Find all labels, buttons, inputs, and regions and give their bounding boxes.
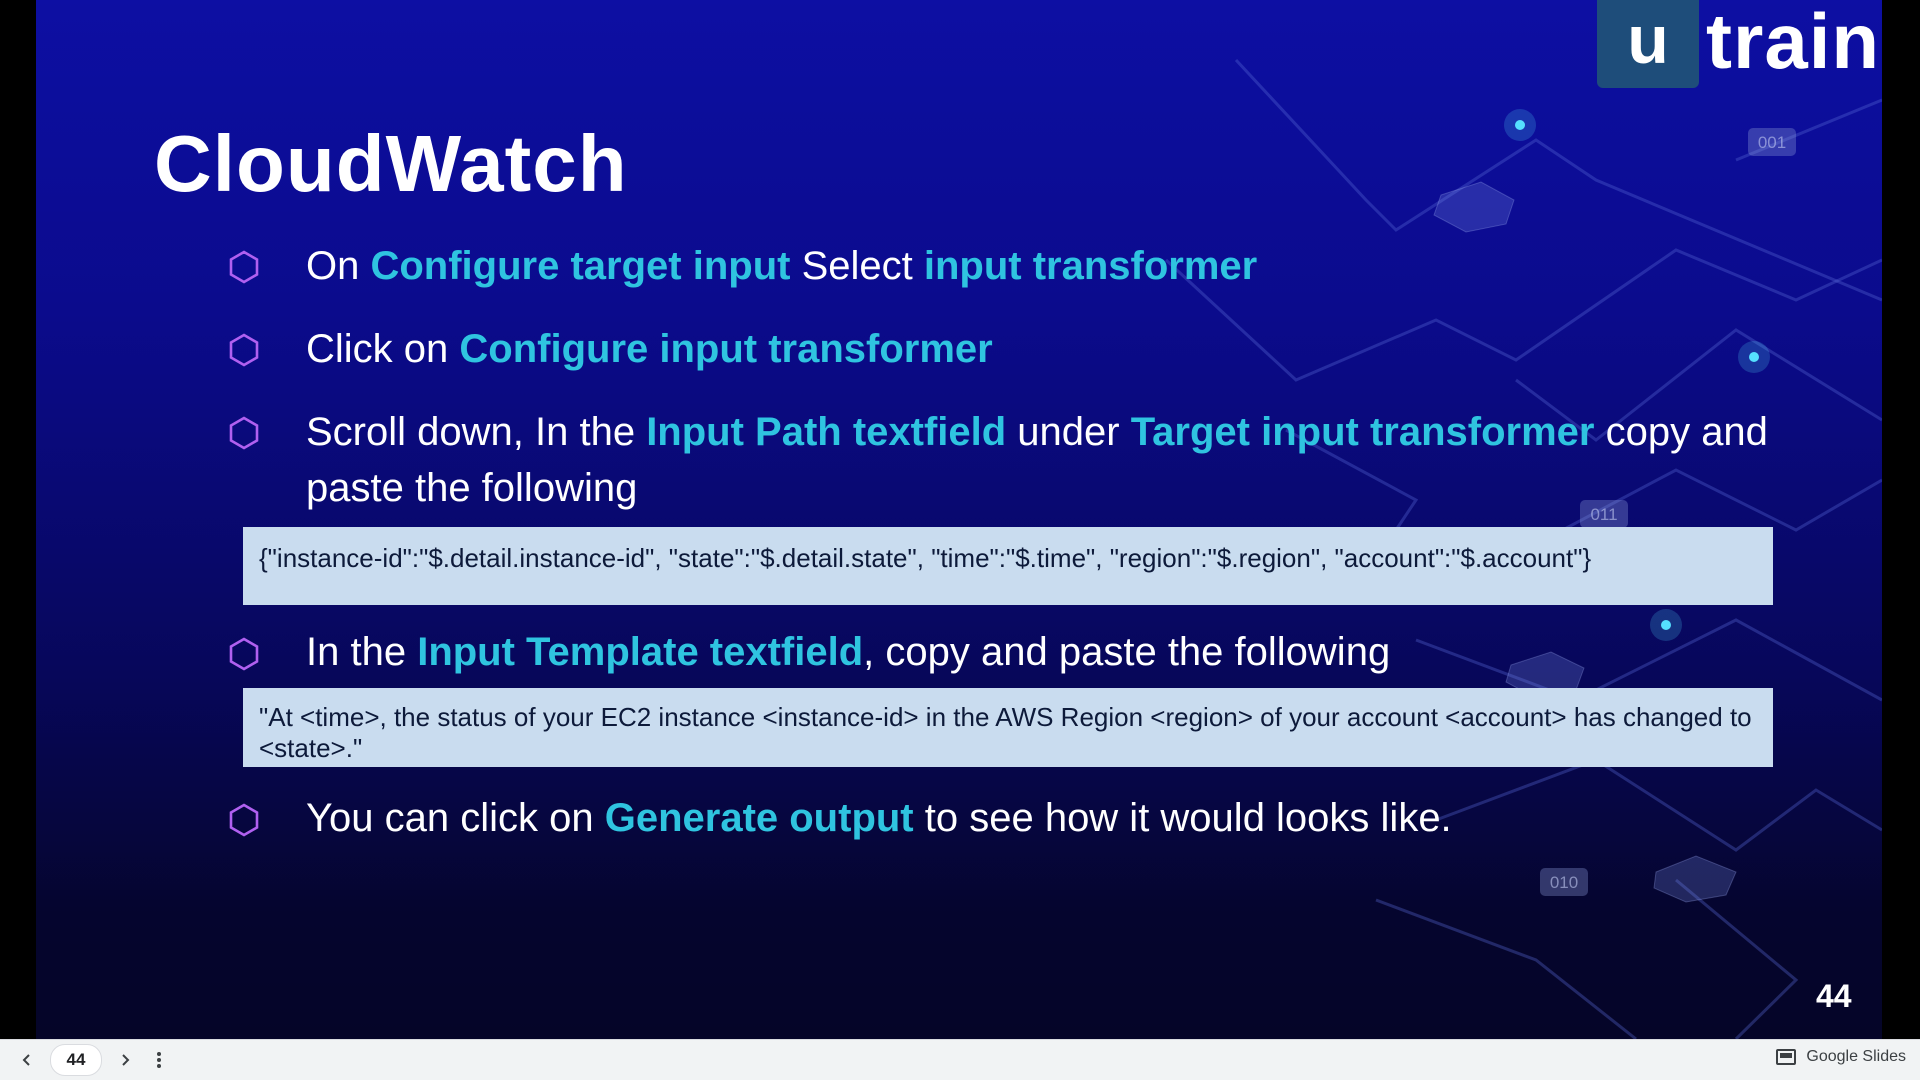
bullet-item: Click on Configure input transformer	[306, 321, 1836, 377]
bullet-highlight: Input Path textfield	[646, 410, 1007, 454]
bullet-text: Select	[790, 244, 924, 288]
bullet-item: In the Input Template textfield, copy an…	[306, 624, 1836, 680]
bullet-text: to see how it would looks like.	[913, 796, 1452, 840]
bullet-highlight: Input Template textfield	[417, 630, 864, 674]
logo-name: train	[1706, 0, 1881, 85]
bullet-highlight: Generate output	[604, 796, 914, 840]
hexagon-bullet-icon	[229, 416, 259, 450]
slide-canvas: 001 011 010 u train CloudWatch On Config…	[36, 0, 1882, 1039]
code-input-path: {"instance-id":"$.detail.instance-id", "…	[243, 527, 1773, 605]
chevron-left-icon[interactable]	[14, 1047, 40, 1073]
bullet-item: Scroll down, In the Input Path textfield…	[306, 404, 1836, 516]
bullet-highlight: Configure target input	[370, 244, 791, 288]
bullet-text: Scroll down, In the	[306, 410, 647, 454]
code-input-template: "At <time>, the status of your EC2 insta…	[243, 688, 1773, 767]
bullet-text: under	[1006, 410, 1131, 454]
hexagon-bullet-icon	[229, 637, 259, 671]
brand-label: Google Slides	[1806, 1048, 1906, 1065]
bullet-text: , copy and paste the following	[863, 630, 1391, 674]
deco-label: 010	[1550, 873, 1578, 892]
google-slides-link[interactable]: Google Slides	[1776, 1048, 1906, 1066]
slide-title: CloudWatch	[154, 119, 628, 208]
bullet-text: In the	[306, 630, 418, 674]
viewer-toolbar: 44 Google Slides	[0, 1039, 1920, 1080]
bullet-text: Click on	[306, 327, 460, 371]
bullet-item: On Configure target input Select input t…	[306, 238, 1836, 294]
slide-page-number: 44	[1816, 978, 1852, 1014]
more-vert-icon[interactable]	[146, 1047, 172, 1073]
hexagon-bullet-icon	[229, 250, 259, 284]
page-number-input[interactable]: 44	[50, 1044, 102, 1076]
hexagon-bullet-icon	[229, 803, 259, 837]
bullet-text: You can click on	[306, 796, 605, 840]
bullet-highlight: Configure input transformer	[459, 327, 993, 371]
bullet-highlight: input transformer	[923, 244, 1258, 288]
bullet-text: On	[306, 244, 371, 288]
logo-mark: u	[1597, 0, 1699, 88]
chevron-right-icon[interactable]	[112, 1047, 138, 1073]
hexagon-bullet-icon	[229, 333, 259, 367]
bullet-highlight: Target input transformer	[1130, 410, 1595, 454]
deco-label: 001	[1758, 133, 1786, 152]
slides-icon	[1776, 1049, 1797, 1065]
bullet-item: You can click on Generate output to see …	[306, 790, 1836, 846]
